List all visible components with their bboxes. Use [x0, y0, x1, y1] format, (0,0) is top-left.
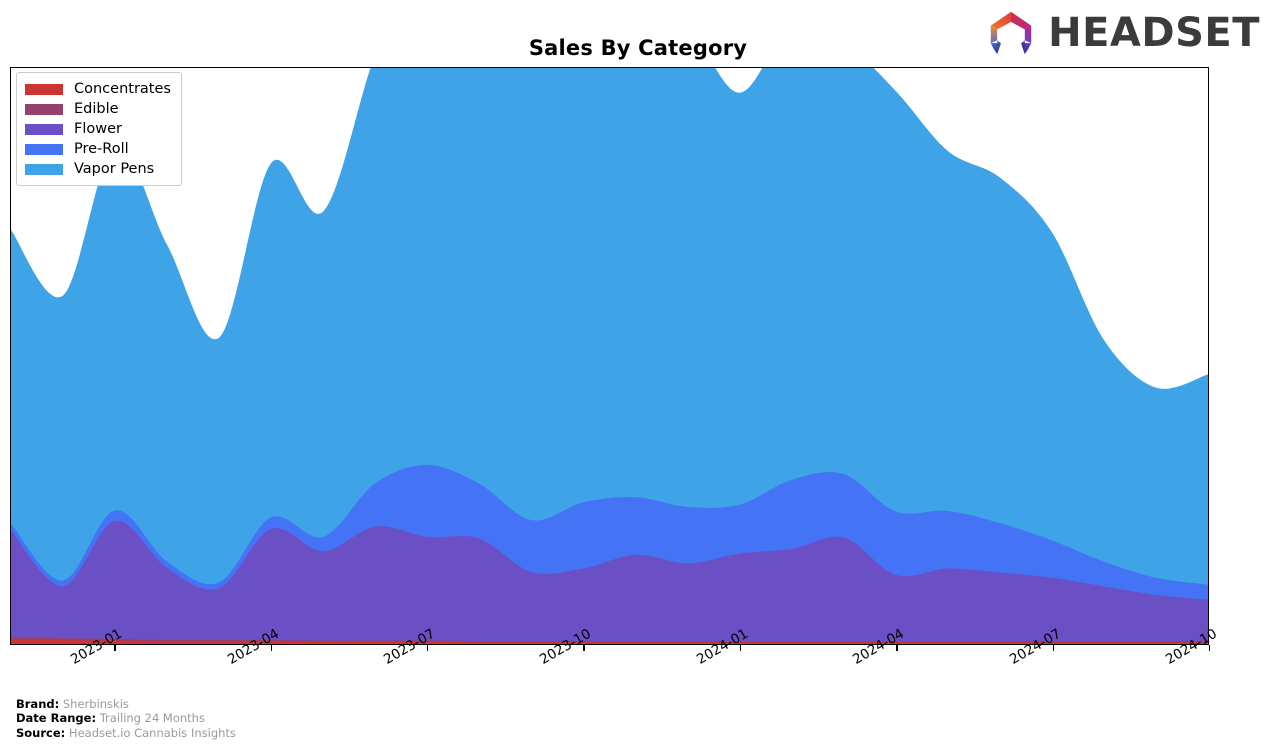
footer-row-source: Source: Headset.io Cannabis Insights [16, 726, 236, 741]
legend-item-concentrates[interactable]: Concentrates [25, 79, 171, 99]
headset-logo: HEADSET [983, 8, 1260, 58]
legend-label: Edible [74, 101, 119, 117]
legend-item-edible[interactable]: Edible [25, 99, 171, 119]
legend-label: Vapor Pens [74, 161, 155, 177]
legend-label: Concentrates [74, 81, 171, 97]
legend-label: Flower [74, 121, 122, 137]
footer-value: Sherbinskis [62, 696, 129, 711]
tick-mark [427, 645, 429, 651]
footer-key: Source: [16, 725, 66, 740]
legend-swatch-icon [25, 103, 63, 115]
tick-mark [583, 645, 585, 651]
logo-wordmark: HEADSET [1048, 10, 1260, 56]
legend-item-flower[interactable]: Flower [25, 119, 171, 139]
legend-label: Pre-Roll [74, 141, 129, 157]
footer-key: Date Range: [16, 711, 97, 725]
legend-swatch-icon [25, 123, 63, 135]
stacked-area-chart [11, 68, 1208, 644]
tick-mark [1209, 645, 1211, 651]
legend: Concentrates Edible Flower Pre-Roll Vapo… [16, 72, 182, 186]
footer-value: Trailing 24 Months [99, 711, 205, 725]
plot-area [10, 67, 1209, 645]
footer-value: Headset.io Cannabis Insights [68, 725, 236, 740]
legend-swatch-icon [25, 163, 63, 175]
legend-swatch-icon [25, 83, 63, 95]
tick-mark [896, 645, 898, 651]
legend-swatch-icon [25, 143, 63, 155]
chart-page: Sales By Category HEADSET Concentrates E… [0, 0, 1276, 746]
footer-key: Brand: [16, 696, 60, 711]
headset-arch-logo-icon [990, 11, 1032, 55]
legend-item-pre-roll[interactable]: Pre-Roll [25, 139, 171, 159]
footer: Brand: Sherbinskis Date Range: Trailing … [16, 697, 236, 741]
tick-mark [114, 645, 116, 651]
legend-item-vapor-pens[interactable]: Vapor Pens [25, 159, 171, 179]
footer-row-date-range: Date Range: Trailing 24 Months [16, 711, 236, 726]
footer-row-brand: Brand: Sherbinskis [16, 697, 236, 712]
